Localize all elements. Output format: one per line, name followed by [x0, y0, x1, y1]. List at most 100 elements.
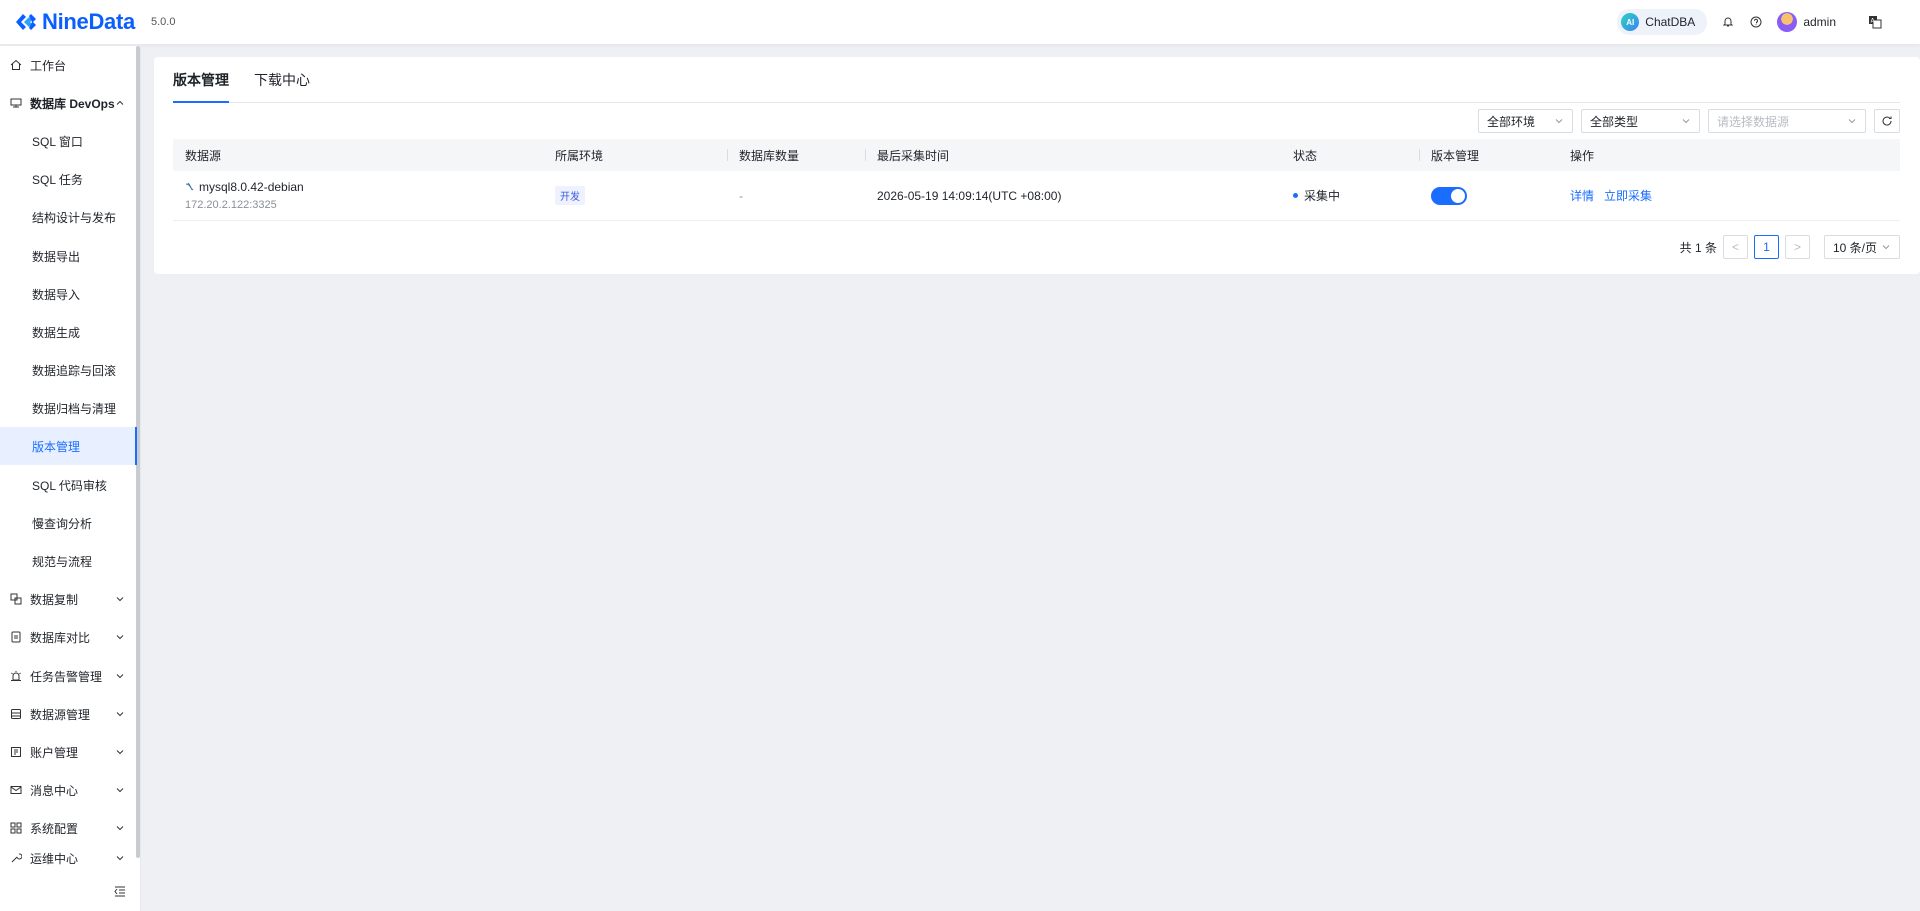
collect-now-link[interactable]: 立即采集 — [1604, 187, 1652, 204]
version-label: 5.0.0 — [150, 16, 176, 28]
chevron-up-icon — [116, 100, 124, 105]
sidebar-sub-data-export[interactable]: 数据导出 — [0, 237, 137, 275]
help-icon[interactable] — [1749, 15, 1763, 29]
last-collect-cell: 2026-05-19 14:09:14(UTC +08:00) — [877, 188, 1062, 203]
next-page-button[interactable]: > — [1785, 235, 1810, 259]
sidebar-item-label: 系统配置 — [30, 821, 79, 836]
sidebar-item-system-config[interactable]: 系统配置 — [0, 809, 137, 847]
status-cell: 采集中 — [1281, 171, 1419, 221]
sidebar-item-replication[interactable]: 数据复制 — [0, 580, 137, 618]
mail-icon — [9, 783, 23, 797]
sidebar-item-label: 账户管理 — [30, 745, 79, 760]
column-header: 数据库数量 — [727, 139, 865, 171]
sidebar-item-label: 消息中心 — [30, 783, 79, 798]
details-link[interactable]: 详情 — [1570, 187, 1594, 204]
filter-bar: 全部环境 全部类型 请选择数据源 — [1478, 109, 1900, 133]
sidebar-sub-label: 数据追踪与回滚 — [32, 363, 117, 378]
sidebar-item-label: 数据库对比 — [30, 630, 91, 645]
datasource-name[interactable]: mysql8.0.42-debian — [185, 180, 304, 194]
datasource-cell: mysql8.0.42-debian 172.20.2.122:3325 — [173, 171, 543, 221]
prev-page-button[interactable]: < — [1723, 235, 1748, 259]
refresh-icon — [1882, 116, 1892, 126]
chevron-down-icon — [1882, 245, 1890, 250]
datasource-address: 172.20.2.122:3325 — [185, 199, 277, 211]
bell-icon[interactable] — [1721, 15, 1735, 29]
pagination: 共 1 条 < 1 > 10 条/页 — [1680, 235, 1900, 259]
sidebar-sub-label: 版本管理 — [32, 439, 81, 454]
sidebar-sub-label: 数据导入 — [32, 287, 81, 302]
top-header: NineData 5.0.0 AI ChatDBA admin A — [0, 0, 1920, 45]
chevron-down-icon — [1848, 119, 1856, 124]
sidebar-item-compare[interactable]: 数据库对比 — [0, 618, 137, 656]
column-header: 状态 — [1293, 148, 1318, 163]
sidebar-sub-label: 结构设计与发布 — [32, 210, 117, 225]
page-size-value: 10 条/页 — [1833, 240, 1878, 255]
sidebar-sub-data-archive[interactable]: 数据归档与清理 — [0, 389, 137, 427]
grid-icon — [9, 821, 23, 835]
type-select-value: 全部类型 — [1590, 114, 1639, 129]
chevron-down-icon — [116, 856, 124, 861]
replication-icon — [9, 592, 23, 606]
total-count: 共 1 条 — [1679, 240, 1717, 255]
sidebar-sub-slow-query[interactable]: 慢查询分析 — [0, 504, 137, 542]
chevron-down-icon — [116, 788, 124, 793]
sidebar-item-label: 工作台 — [30, 58, 67, 73]
sidebar-item-database-devops[interactable]: 数据库 DevOps — [0, 84, 137, 122]
column-header: 操作 — [1570, 148, 1595, 163]
version-management-toggle[interactable] — [1431, 186, 1467, 205]
sidebar-sub-data-import[interactable]: 数据导入 — [0, 275, 137, 313]
avatar — [1777, 12, 1798, 32]
env-select-value: 全部环境 — [1487, 114, 1536, 129]
sidebar-item-label: 数据源管理 — [30, 707, 91, 722]
page-1-button[interactable]: 1 — [1754, 235, 1779, 259]
sidebar-item-datasource[interactable]: 数据源管理 — [0, 695, 137, 733]
tab-download-center[interactable]: 下载中心 — [254, 70, 310, 102]
sidebar-item-messages[interactable]: 消息中心 — [0, 771, 137, 809]
sidebar-item-ops-center[interactable]: 运维中心 — [0, 847, 137, 869]
compare-icon — [9, 630, 23, 644]
sidebar-item-account[interactable]: 账户管理 — [0, 733, 137, 771]
sidebar-sub-version-management[interactable]: 版本管理 — [0, 427, 137, 465]
env-select[interactable]: 全部环境 — [1478, 109, 1573, 133]
sidebar-sub-standards[interactable]: 规范与流程 — [0, 542, 137, 580]
sidebar-sub-label: 数据归档与清理 — [32, 401, 117, 416]
datasource-select[interactable]: 请选择数据源 — [1708, 109, 1866, 133]
ai-icon: AI — [1621, 13, 1640, 31]
tab-bar: 版本管理 下载中心 — [173, 57, 1900, 103]
sidebar-item-alarm[interactable]: 任务告警管理 — [0, 657, 137, 695]
sidebar-sub-sql-task[interactable]: SQL 任务 — [0, 160, 137, 198]
env-cell: 开发 — [543, 171, 727, 221]
chatdba-label: ChatDBA — [1645, 15, 1696, 29]
sidebar-sub-sql-window[interactable]: SQL 窗口 — [0, 122, 137, 160]
alarm-icon — [9, 669, 23, 683]
sidebar-sub-data-tracking[interactable]: 数据追踪与回滚 — [0, 351, 137, 389]
tab-version-management[interactable]: 版本管理 — [173, 70, 229, 103]
chatdba-button[interactable]: AI ChatDBA — [1617, 9, 1708, 35]
datasource-name-text: mysql8.0.42-debian — [199, 180, 304, 194]
sidebar-sub-schema-design[interactable]: 结构设计与发布 — [0, 198, 137, 236]
sidebar-item-label: 运维中心 — [30, 851, 79, 866]
chevron-down-icon — [1682, 119, 1690, 124]
logo[interactable]: NineData — [12, 9, 135, 35]
sidebar-sub-label: SQL 任务 — [32, 172, 83, 187]
collapse-sidebar-icon[interactable] — [113, 884, 127, 898]
sidebar-sub-sql-review[interactable]: SQL 代码审核 — [0, 466, 137, 504]
refresh-button[interactable] — [1874, 109, 1900, 133]
logo-text: NineData — [42, 9, 135, 34]
language-icon[interactable]: A — [1868, 15, 1882, 29]
sidebar-item-workbench[interactable]: 工作台 — [0, 46, 137, 84]
chevron-down-icon — [116, 674, 124, 679]
chevron-down-icon — [116, 712, 124, 717]
sidebar-item-label: 任务告警管理 — [30, 669, 103, 684]
status-dot — [1293, 193, 1298, 198]
sidebar-sub-data-generation[interactable]: 数据生成 — [0, 313, 137, 351]
type-select[interactable]: 全部类型 — [1581, 109, 1700, 133]
env-tag: 开发 — [555, 186, 585, 205]
ninedata-logo-icon — [16, 14, 36, 30]
page-size-select[interactable]: 10 条/页 — [1824, 235, 1900, 259]
home-icon — [9, 58, 23, 72]
db-count-cell: - — [739, 188, 743, 203]
user-menu[interactable]: admin — [1777, 12, 1836, 32]
column-header: 数据源 — [185, 148, 222, 163]
sidebar-sub-label: SQL 代码审核 — [32, 478, 107, 493]
